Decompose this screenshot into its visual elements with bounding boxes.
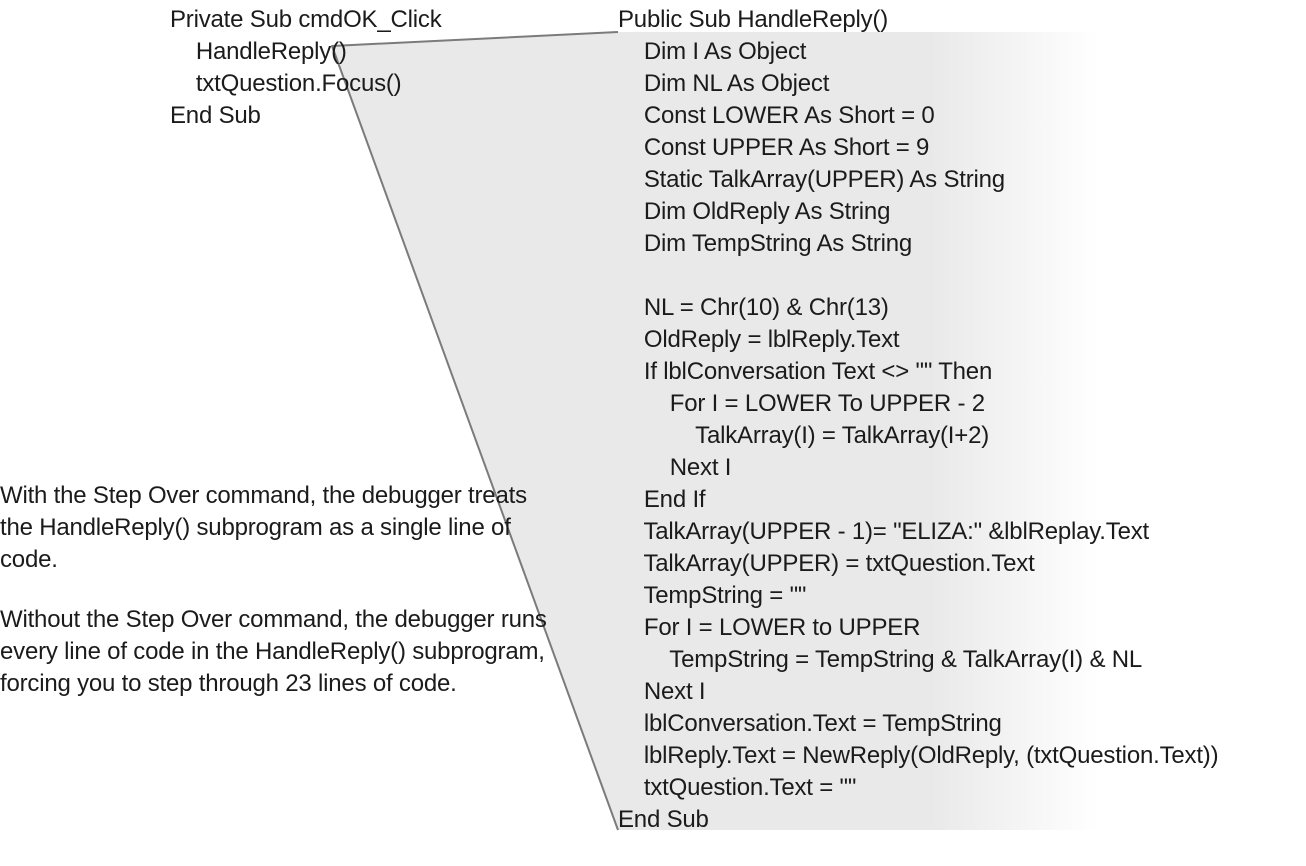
explain-paragraph-1: With the Step Over command, the debugger… xyxy=(0,480,560,576)
left-code-block: Private Sub cmdOK_Click HandleReply() tx… xyxy=(170,4,640,132)
right-code-block: Public Sub HandleReply() Dim I As Object… xyxy=(618,4,1306,836)
explain-paragraph-2: Without the Step Over command, the debug… xyxy=(0,604,560,700)
diagram-stage: { "leftCode": "Private Sub cmdOK_Click\n… xyxy=(0,0,1306,866)
explanatory-text: With the Step Over command, the debugger… xyxy=(0,480,560,728)
